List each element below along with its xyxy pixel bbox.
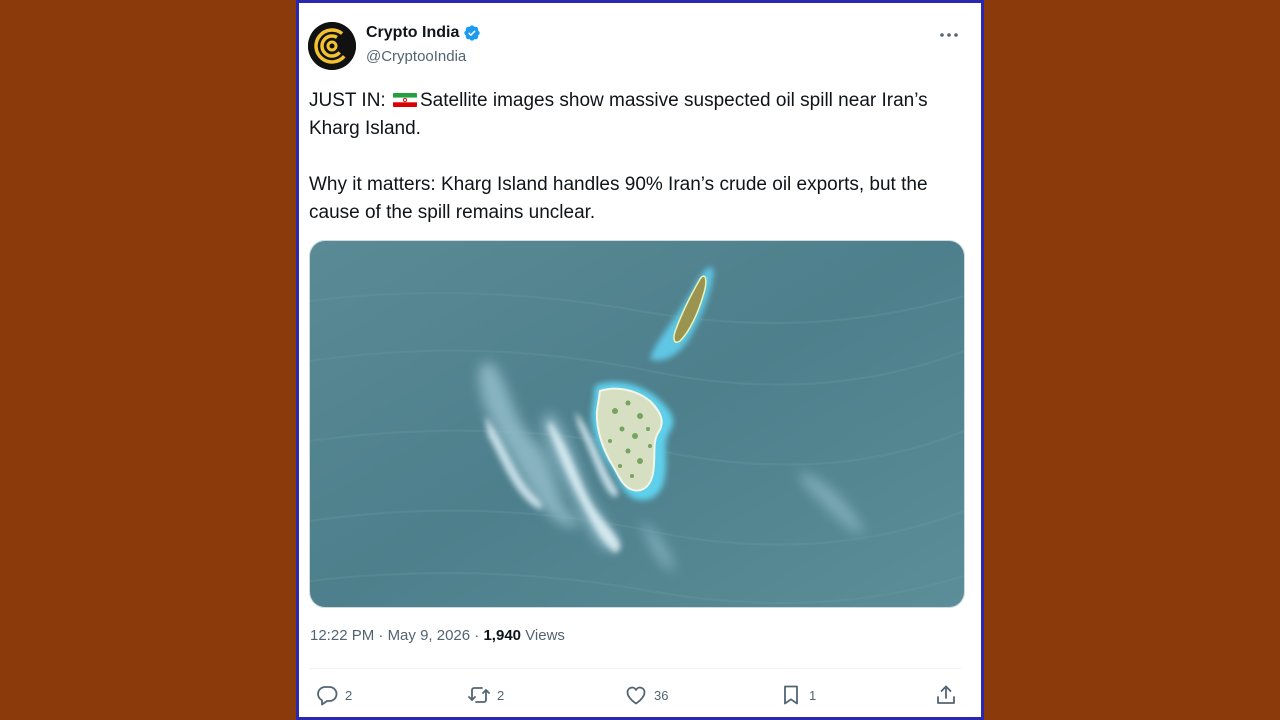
views-label: Views xyxy=(525,627,565,644)
repost-button[interactable]: 2 xyxy=(467,681,504,709)
reply-icon xyxy=(317,686,338,706)
share-icon xyxy=(937,685,955,704)
author-handle[interactable]: @CryptooIndia xyxy=(366,48,466,65)
repost-icon xyxy=(468,687,490,703)
divider xyxy=(309,668,961,669)
meta-separator: · xyxy=(378,627,384,644)
like-button[interactable]: 36 xyxy=(624,681,668,709)
author-name-text: Crypto India xyxy=(366,24,460,41)
views-count: 1,940 xyxy=(483,627,522,644)
author-name[interactable]: Crypto India xyxy=(366,24,481,42)
repost-count: 2 xyxy=(497,687,505,703)
more-options-icon[interactable] xyxy=(937,23,961,47)
tweet-prefix: JUST IN: xyxy=(309,90,386,111)
reply-count: 2 xyxy=(345,687,353,703)
iran-flag-icon xyxy=(393,93,417,107)
tweet-paragraph-1: JUST IN: Satellite images show massive s… xyxy=(309,87,969,143)
bookmark-icon xyxy=(784,685,798,705)
tweet-date[interactable]: May 9, 2026 xyxy=(388,627,471,644)
tweet-meta: 12:22 PM · May 9, 2026 · 1,940 Views xyxy=(310,627,565,644)
bookmark-button[interactable]: 1 xyxy=(779,681,816,709)
satellite-image[interactable] xyxy=(309,240,965,608)
share-button[interactable] xyxy=(934,681,964,709)
heart-icon xyxy=(626,686,646,705)
crypto-india-logo-icon xyxy=(308,22,356,70)
meta-separator: · xyxy=(474,627,480,644)
tweet-time[interactable]: 12:22 PM xyxy=(310,627,374,644)
tweet-paragraph-2: Why it matters: Kharg Island handles 90%… xyxy=(309,174,928,223)
verified-badge-icon xyxy=(463,24,481,42)
tweet-text: JUST IN: Satellite images show massive s… xyxy=(309,87,969,227)
like-count: 36 xyxy=(654,687,669,703)
reply-button[interactable]: 2 xyxy=(315,681,352,709)
tweet-card: Crypto India @CryptooIndia JUST IN: Sate… xyxy=(296,0,984,720)
bookmark-count: 1 xyxy=(809,687,817,703)
avatar[interactable] xyxy=(308,22,356,70)
